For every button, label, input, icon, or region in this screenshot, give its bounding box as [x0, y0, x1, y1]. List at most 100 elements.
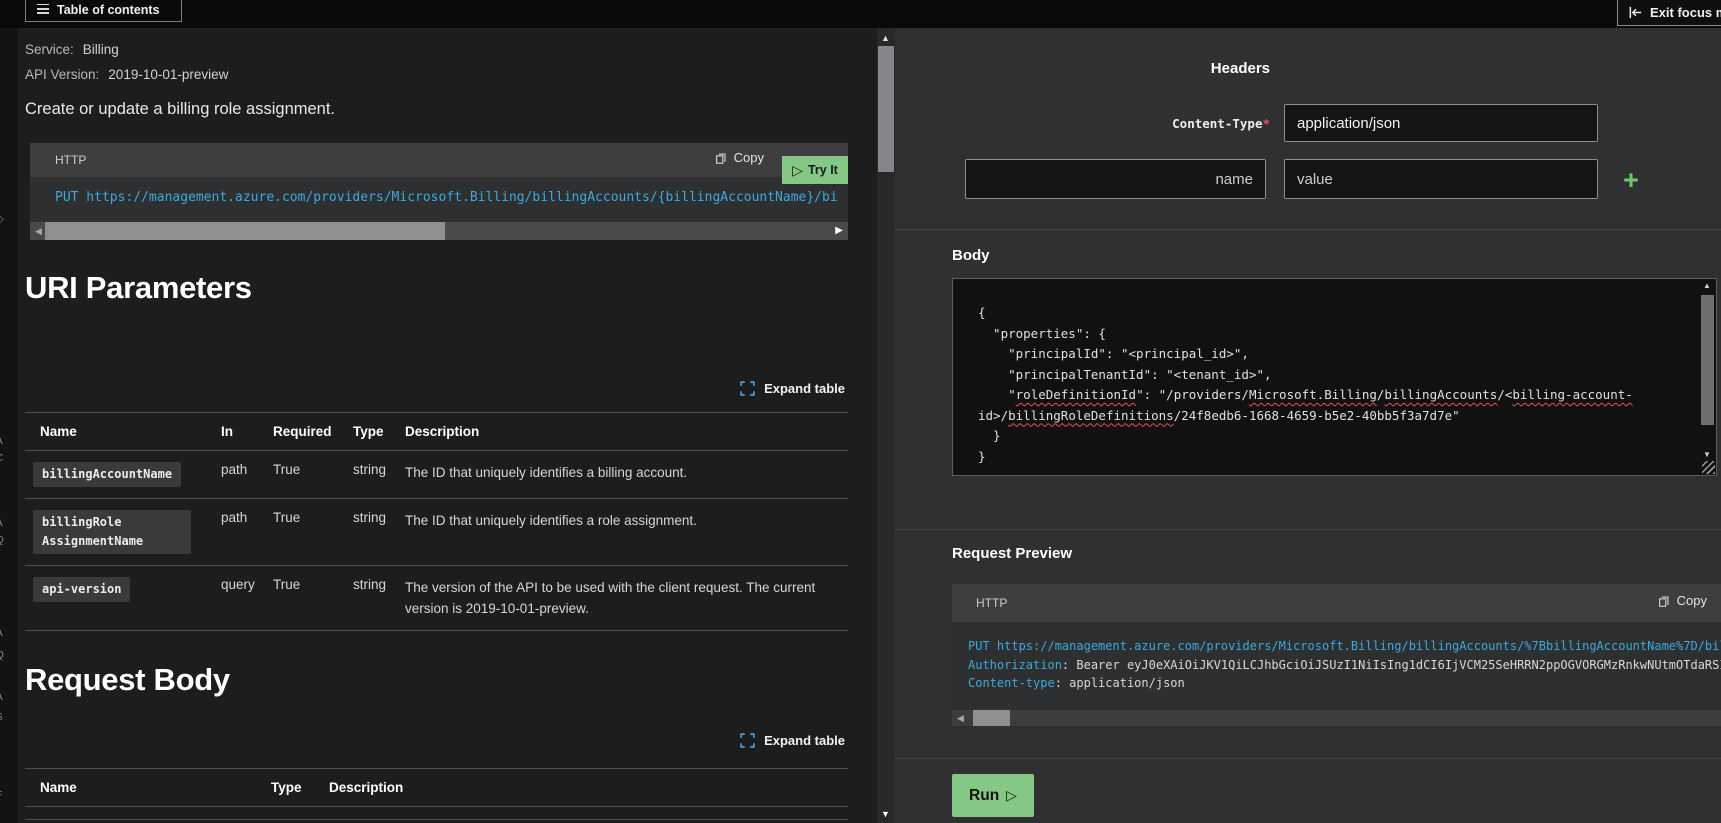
table-row: api-versionqueryTruestringThe version of…: [25, 566, 848, 631]
code-line: }: [978, 447, 1698, 468]
scroll-left-icon[interactable]: ◀: [957, 713, 964, 723]
table-cell: string: [353, 451, 405, 499]
divider: [895, 529, 1721, 530]
expand-table-label: Expand table: [764, 381, 845, 396]
parameter-name-chip: billing​Account​Name: [33, 462, 181, 487]
exit-focus-icon: [1628, 5, 1643, 20]
run-button[interactable]: Run ▷: [952, 774, 1034, 817]
parameter-description: The ID that uniquely identifies a role a…: [405, 499, 848, 566]
expand-table-button-body[interactable]: Expand table: [25, 733, 845, 748]
codeblock-header: HTTP Copy: [952, 584, 1721, 622]
request-body-heading: Request Body: [25, 662, 230, 698]
clipped-text-fragment: Q: [0, 535, 4, 546]
table-of-contents-button[interactable]: Table of contents: [25, 0, 182, 22]
play-icon: ▷: [792, 162, 803, 179]
expand-icon: [740, 381, 755, 396]
preview-hscrollbar[interactable]: ◀: [952, 710, 1721, 726]
editor-vscrollbar[interactable]: ▲ ▼: [1700, 280, 1715, 460]
request-body-json[interactable]: { "properties": { "principalId": "<princ…: [953, 279, 1698, 475]
parameter-description: The version of the API to be used with t…: [405, 566, 848, 631]
copy-button[interactable]: Copy: [714, 150, 764, 165]
table-cell: True: [273, 451, 353, 499]
request-body-table: NameTypeDescription: [25, 768, 848, 820]
vscrollbar-thumb[interactable]: [878, 46, 894, 172]
hamburger-icon: [37, 4, 49, 17]
editor-scrollbar-thumb[interactable]: [1701, 295, 1714, 425]
code-line: Content-type: application/json: [968, 674, 1721, 693]
column-header: Description: [405, 413, 848, 451]
code-line: Authorization: Bearer eyJ0eXAiOiJKV1QiLC…: [968, 656, 1721, 675]
request-preview-title: Request Preview: [952, 545, 1072, 562]
copy-button[interactable]: Copy: [1657, 593, 1707, 608]
divider: [895, 758, 1721, 759]
request-body-editor[interactable]: { "properties": { "principalId": "<princ…: [952, 278, 1717, 476]
scroll-down-icon[interactable]: ▼: [881, 809, 890, 819]
clipped-text-fragment: C: [0, 453, 3, 464]
table-cell: True: [273, 499, 353, 566]
code-line: "properties": {: [978, 324, 1698, 345]
codeblock-language-label: HTTP: [976, 596, 1007, 610]
scroll-left-icon[interactable]: ◀: [35, 226, 42, 236]
api-version-label: API Version:: [25, 67, 99, 82]
uri-parameters-table: NameInRequiredTypeDescription billing​Ac…: [25, 412, 848, 631]
api-docs-try-it-screen: Table of contents Exit focus mode ·◇·ACA…: [0, 0, 1721, 823]
table-cell: string: [353, 499, 405, 566]
editor-resize-grip[interactable]: [1702, 461, 1715, 474]
parameter-name-chip: billing​Role​Assignment​Name: [33, 510, 191, 554]
column-header: Description: [329, 769, 848, 807]
copy-icon: [1657, 594, 1671, 608]
request-preview-code: PUT https://management.azure.com/provide…: [952, 622, 1721, 706]
expand-icon: [740, 733, 755, 748]
uri-parameters-heading: URI Parameters: [25, 270, 252, 306]
page-vscrollbar[interactable]: ▲ ▼: [877, 28, 895, 823]
table-cell: string: [353, 566, 405, 631]
content-type-input[interactable]: [1284, 104, 1598, 142]
clipped-text-fragment: A: [0, 692, 3, 703]
top-bar: [0, 0, 1721, 28]
service-label: Service:: [25, 42, 74, 57]
column-header: Required: [273, 413, 353, 451]
try-it-button[interactable]: ▷ Try It: [782, 156, 848, 184]
table-row: billing​Account​NamepathTruestringThe ID…: [25, 451, 848, 499]
content-type-label: Content-Type*: [895, 115, 1270, 133]
codeblock-hscrollbar[interactable]: ◀ ▶: [30, 222, 848, 240]
clipped-text-fragment: S: [0, 712, 3, 723]
hscrollbar-thumb[interactable]: [45, 222, 445, 240]
headers-section-title: Headers: [895, 60, 1270, 77]
scroll-up-icon[interactable]: ▲: [1703, 281, 1711, 290]
clipped-text-fragment: A: [0, 518, 3, 529]
add-header-button[interactable]: +: [1614, 163, 1648, 197]
header-value-input[interactable]: [1284, 159, 1598, 199]
column-header: Type: [353, 413, 405, 451]
clipped-text-fragment: A: [0, 436, 3, 447]
scroll-right-icon[interactable]: ▶: [835, 226, 843, 236]
scroll-down-icon[interactable]: ▼: [1703, 450, 1711, 459]
codeblock-language-label: HTTP: [55, 153, 86, 167]
column-header: Name: [25, 769, 271, 807]
body-section-title: Body: [952, 247, 990, 264]
table-cell: True: [273, 566, 353, 631]
header-name-input[interactable]: [965, 159, 1266, 199]
expand-table-button-uri[interactable]: Expand table: [25, 381, 845, 396]
copy-label: Copy: [734, 150, 764, 165]
table-cell: path: [221, 499, 273, 566]
code-line: "principalTenantId": "<tenant_id>",: [978, 365, 1698, 386]
clipped-text-fragment: A: [0, 628, 3, 639]
column-header: Name: [25, 413, 221, 451]
code-line: }: [978, 426, 1698, 447]
table-row: [25, 807, 848, 820]
parameter-description: The ID that uniquely identifies a billin…: [405, 451, 848, 499]
clipped-text-fragment: ◇: [0, 214, 4, 225]
exit-focus-mode-button[interactable]: Exit focus mode: [1617, 0, 1721, 26]
table-row: billing​Role​Assignment​Name pathTruestri…: [25, 499, 848, 566]
request-preview-codeblock: HTTP Copy PUT https://management.azure.c…: [952, 584, 1721, 706]
code-line: "principalId": "<principal_id>",: [978, 344, 1698, 365]
code-line: PUT https://management.azure.com/provide…: [968, 637, 1721, 656]
table-cell: query: [221, 566, 273, 631]
hscrollbar-thumb[interactable]: [973, 710, 1010, 726]
api-version-value: 2019-10-01-preview: [108, 67, 228, 82]
required-asterisk: *: [1262, 116, 1270, 131]
api-version-line: API Version: 2019-10-01-preview: [25, 67, 228, 82]
scroll-up-icon[interactable]: ▲: [881, 33, 890, 43]
code-line: id>/billingRoleDefinitions/24f8edb6-1668…: [978, 406, 1698, 427]
